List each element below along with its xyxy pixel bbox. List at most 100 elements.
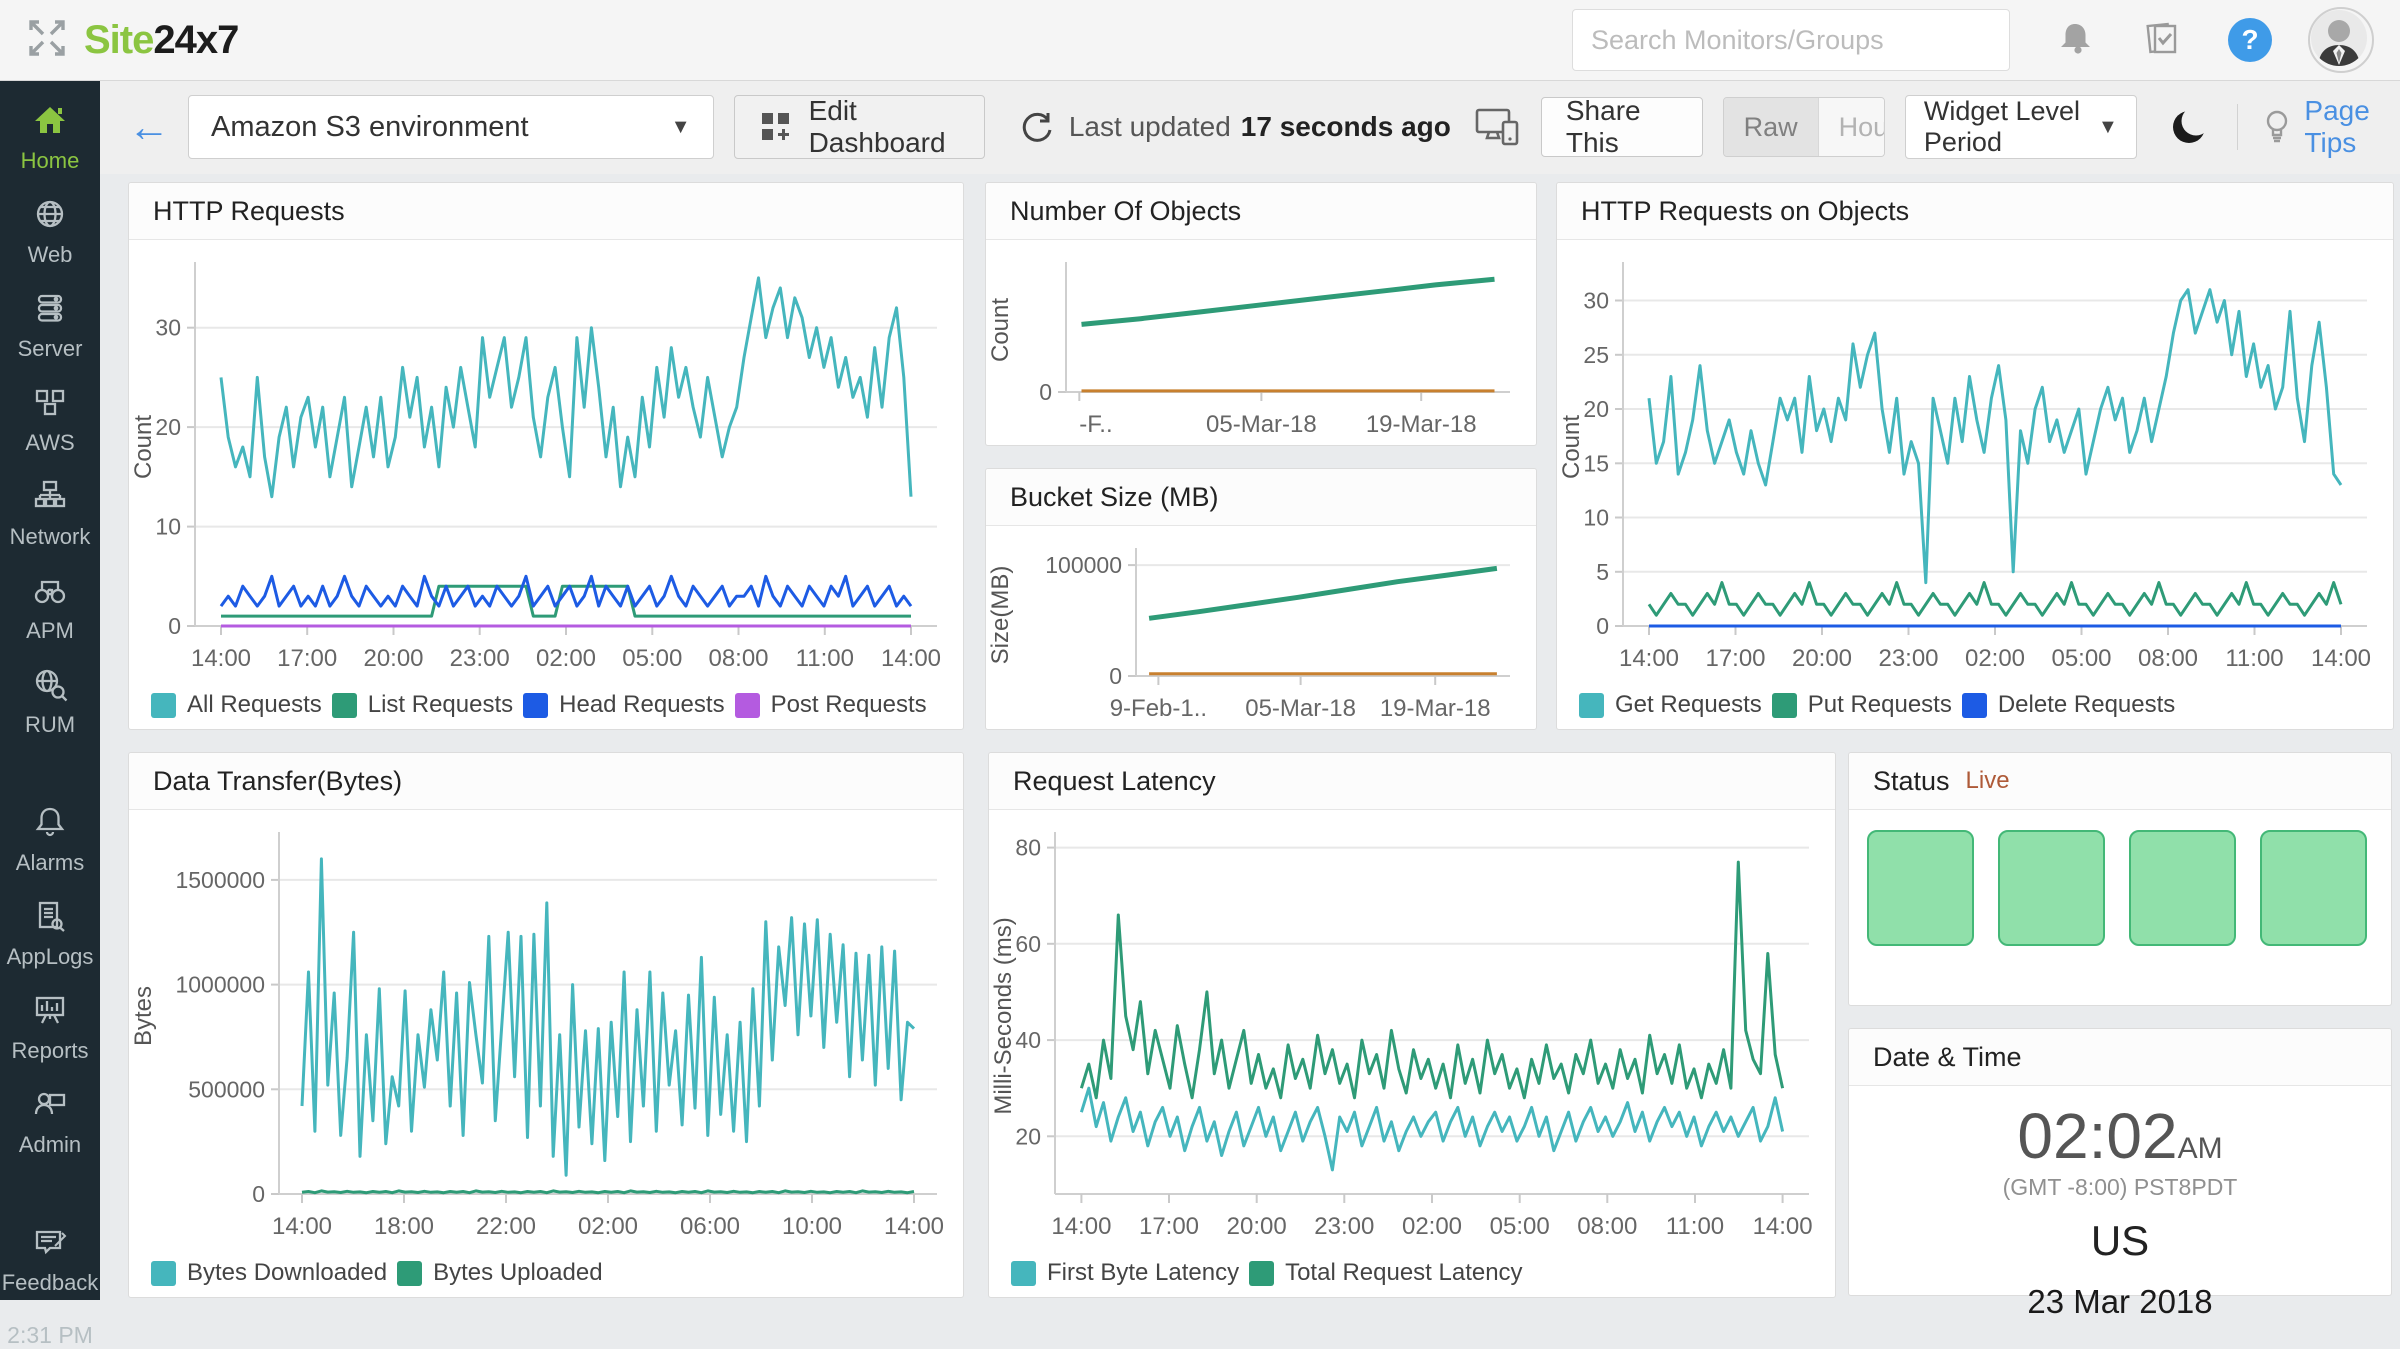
svg-text:0: 0 [252, 1181, 265, 1207]
legend-item[interactable]: All Requests [151, 691, 322, 719]
svg-text:Size(MB): Size(MB) [987, 566, 1014, 665]
sidebar-item-admin[interactable]: Admin [0, 1086, 100, 1158]
sidebar-item-network[interactable]: Network [0, 478, 100, 550]
sidebar-item-web[interactable]: Web [0, 196, 100, 268]
svg-text:11:00: 11:00 [2225, 645, 2283, 672]
status-block[interactable] [2129, 830, 2236, 946]
svg-text:40: 40 [1015, 1027, 1041, 1053]
widget-title: Status [1873, 766, 1950, 797]
status-block[interactable] [1867, 830, 1974, 946]
http-requests-chart[interactable]: 010203014:0017:0020:0023:0002:0005:0008:… [129, 240, 963, 678]
http-requests-on-objects-chart[interactable]: 05101520253014:0017:0020:0023:0002:0005:… [1557, 240, 2393, 678]
widget-title: Data Transfer(Bytes) [129, 753, 963, 810]
number-of-objects-chart[interactable]: 0-F..05-Mar-1819-Mar-18Count [986, 240, 1536, 444]
legend-item[interactable]: First Byte Latency [1011, 1259, 1239, 1287]
svg-text:05:00: 05:00 [1490, 1213, 1550, 1240]
sidebar: Home Web Server AWS Network APM RUM Alar… [0, 80, 100, 1300]
bucket-size-chart[interactable]: 01000009-Feb-1..05-Mar-1819-Mar-18Size(M… [986, 526, 1536, 728]
legend-item[interactable]: Bytes Uploaded [397, 1259, 602, 1287]
network-icon [32, 478, 68, 519]
legend-label: First Byte Latency [1047, 1259, 1239, 1287]
toggle-hour[interactable]: Hour [1818, 98, 1885, 156]
svg-text:23:00: 23:00 [450, 645, 510, 672]
widget-request-latency: Request Latency 2040608014:0017:0020:002… [988, 752, 1836, 1298]
sidebar-item-alarms[interactable]: Alarms [0, 804, 100, 876]
svg-text:23:00: 23:00 [1878, 645, 1938, 672]
sidebar-item-server[interactable]: Server [0, 290, 100, 362]
svg-text:14:00: 14:00 [881, 645, 941, 672]
chart-legend: All Requests List Requests Head Requests Po… [151, 691, 937, 719]
svg-text:Count: Count [1558, 415, 1585, 479]
svg-text:Count: Count [130, 415, 157, 479]
devices-icon[interactable] [1475, 106, 1521, 148]
widget-level-period-select[interactable]: Widget Level Period ▼ [1905, 95, 2137, 159]
svg-text:0: 0 [1039, 379, 1052, 405]
status-block[interactable] [1998, 830, 2105, 946]
legend-item[interactable]: Post Requests [735, 691, 927, 719]
widget-title: Number Of Objects [986, 183, 1536, 240]
sidebar-item-rum[interactable]: RUM [0, 666, 100, 738]
legend-item[interactable]: Total Request Latency [1249, 1259, 1522, 1287]
svg-text:30: 30 [155, 315, 181, 341]
svg-text:20:00: 20:00 [363, 645, 423, 672]
sidebar-item-reports[interactable]: Reports [0, 992, 100, 1064]
server-icon [32, 290, 68, 331]
dark-mode-moon-icon[interactable] [2167, 105, 2211, 149]
svg-text:14:00: 14:00 [1619, 645, 1679, 672]
sidebar-item-label: AWS [25, 430, 74, 456]
svg-text:22:00: 22:00 [476, 1213, 536, 1240]
svg-text:Bytes: Bytes [130, 986, 157, 1046]
svg-text:20: 20 [1583, 396, 1609, 422]
raw-hour-toggle[interactable]: Raw Hour [1723, 97, 1885, 157]
bell-icon[interactable] [2052, 17, 2098, 63]
widget-number-of-objects: Number Of Objects 0-F..05-Mar-1819-Mar-1… [985, 182, 1537, 446]
sidebar-item-home[interactable]: Home [0, 102, 100, 174]
sidebar-item-feedback[interactable]: Feedback [0, 1224, 100, 1296]
svg-text:05:00: 05:00 [622, 645, 682, 672]
svg-text:14:00: 14:00 [1051, 1213, 1111, 1240]
data-transfer-chart[interactable]: 05000001000000150000014:0018:0022:0002:0… [129, 810, 963, 1246]
dashboard-select[interactable]: Amazon S3 environment ▼ [188, 95, 714, 159]
svg-text:14:00: 14:00 [1753, 1213, 1813, 1240]
legend-item[interactable]: Get Requests [1579, 691, 1762, 719]
status-blocks [1849, 810, 2391, 946]
widget-title: HTTP Requests [129, 183, 963, 240]
legend-item[interactable]: Head Requests [523, 691, 724, 719]
home-icon [32, 102, 68, 143]
legend-swatch [523, 693, 548, 718]
legend-item[interactable]: Put Requests [1772, 691, 1952, 719]
legend-label: Head Requests [559, 691, 724, 719]
page-tips-link[interactable]: Page Tips [2260, 95, 2400, 159]
svg-text:14:00: 14:00 [2311, 645, 2371, 672]
svg-text:1000000: 1000000 [175, 972, 265, 998]
refresh-icon[interactable] [1019, 109, 1055, 145]
svg-text:20:00: 20:00 [1227, 1213, 1287, 1240]
svg-text:17:00: 17:00 [1139, 1213, 1199, 1240]
svg-text:11:00: 11:00 [1666, 1213, 1724, 1240]
sidebar-item-aws[interactable]: AWS [0, 384, 100, 456]
help-icon[interactable]: ? [2228, 18, 2272, 62]
sidebar-item-applogs[interactable]: AppLogs [0, 898, 100, 970]
logo[interactable]: Site24x7 [24, 15, 238, 66]
avatar[interactable] [2308, 7, 2374, 73]
tasks-icon[interactable] [2140, 17, 2186, 63]
status-block[interactable] [2260, 830, 2367, 946]
region-label: US [1849, 1217, 2391, 1265]
svg-text:60: 60 [1015, 931, 1041, 957]
legend-item[interactable]: Bytes Downloaded [151, 1259, 387, 1287]
legend-swatch [151, 693, 176, 718]
legend-item[interactable]: Delete Requests [1962, 691, 2175, 719]
svg-text:02:00: 02:00 [1402, 1213, 1462, 1240]
sidebar-item-apm[interactable]: APM [0, 572, 100, 644]
toggle-raw[interactable]: Raw [1724, 98, 1818, 156]
legend-swatch [332, 693, 357, 718]
expand-arrows-icon[interactable] [24, 15, 70, 66]
legend-item[interactable]: List Requests [332, 691, 513, 719]
live-badge: Live [1966, 767, 2010, 795]
back-arrow[interactable]: ← [128, 106, 170, 148]
search-input[interactable] [1572, 9, 2010, 71]
request-latency-chart[interactable]: 2040608014:0017:0020:0023:0002:0005:0008… [989, 810, 1835, 1246]
share-this-button[interactable]: Share This [1541, 97, 1703, 157]
admin-icon [32, 1086, 68, 1127]
edit-dashboard-button[interactable]: Edit Dashboard [734, 95, 985, 159]
